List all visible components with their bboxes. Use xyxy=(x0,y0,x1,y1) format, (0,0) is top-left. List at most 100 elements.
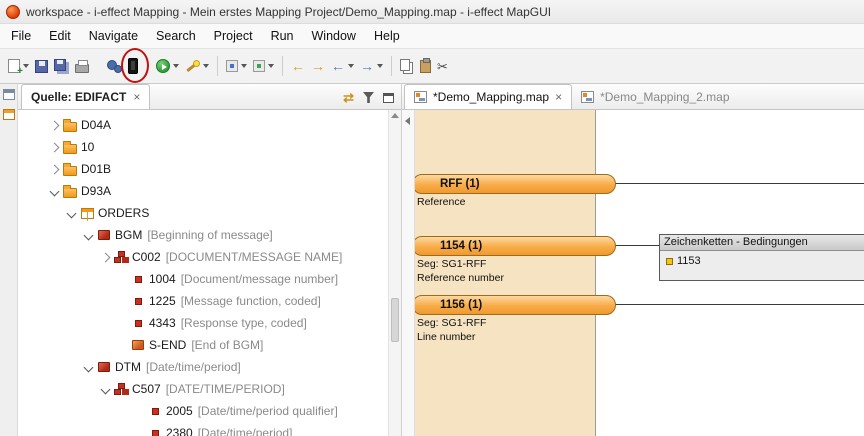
terminal-icon xyxy=(128,58,138,74)
tree-row-d04a[interactable]: D04A xyxy=(18,114,401,136)
print-button[interactable] xyxy=(72,53,92,79)
tab-quelle-edifact[interactable]: Quelle: EDIFACT × xyxy=(21,84,150,109)
forward-button[interactable]: → xyxy=(308,53,328,79)
tree-row-10[interactable]: 10 xyxy=(18,136,401,158)
scroll-up-icon[interactable] xyxy=(391,113,399,118)
tree-row-1004[interactable]: 1004 [Document/message number] xyxy=(18,268,401,290)
chevron-down-icon[interactable] xyxy=(100,384,110,394)
save-all-button[interactable] xyxy=(51,53,72,79)
connection-line[interactable] xyxy=(614,304,864,305)
scrollbar-thumb[interactable] xyxy=(391,298,399,342)
tree-row-2380[interactable]: 2380 [Date/time/period] xyxy=(18,422,401,436)
tree-item-label: C002 xyxy=(132,250,161,264)
chevron-right-icon[interactable] xyxy=(49,120,59,130)
node-pill[interactable]: 1154 (1) xyxy=(412,236,616,256)
close-icon[interactable]: × xyxy=(133,91,140,103)
marker-blue-icon xyxy=(226,60,238,72)
node-pill[interactable]: RFF (1) xyxy=(412,174,616,194)
mapping-node-1156[interactable]: 1156 (1) Seg: SG1-RFF Line number xyxy=(412,295,616,343)
dropdown-arrow-icon[interactable] xyxy=(203,64,209,68)
menu-project[interactable]: Project xyxy=(205,25,262,47)
dropdown-arrow-icon[interactable] xyxy=(268,64,274,68)
cut-button[interactable]: ✂ xyxy=(434,53,451,79)
dropdown-arrow-icon[interactable] xyxy=(348,64,354,68)
close-icon[interactable]: × xyxy=(555,91,562,103)
mapping-canvas[interactable]: RFF (1) Reference 1154 (1) Seg: SG1-RFF … xyxy=(402,110,864,436)
condition-box-title: Zeichenketten - Bedingungen xyxy=(660,235,864,251)
tree-row-dtm[interactable]: DTM [Date/time/period] xyxy=(18,356,401,378)
tree-row-1225[interactable]: 1225 [Message function, coded] xyxy=(18,290,401,312)
dropdown-arrow-icon[interactable] xyxy=(173,64,179,68)
maximize-icon[interactable] xyxy=(383,93,394,103)
source-view: Quelle: EDIFACT × ⇄ D04A xyxy=(18,84,402,436)
dropdown-arrow-icon[interactable] xyxy=(377,64,383,68)
dropdown-arrow-icon[interactable] xyxy=(241,64,247,68)
menu-navigate[interactable]: Navigate xyxy=(80,25,147,47)
tree-row-2005[interactable]: 2005 [Date/time/period qualifier] xyxy=(18,400,401,422)
palette-strip[interactable] xyxy=(402,110,415,436)
chevron-down-icon[interactable] xyxy=(83,362,93,372)
tree-row-c507[interactable]: C507 [DATE/TIME/PERIOD] xyxy=(18,378,401,400)
dropdown-arrow-icon[interactable] xyxy=(23,64,29,68)
tree-row-s-end[interactable]: S-END [End of BGM] xyxy=(18,334,401,356)
chevron-down-icon[interactable] xyxy=(49,186,59,196)
tree-row-d01b[interactable]: D01B xyxy=(18,158,401,180)
next-button[interactable]: → xyxy=(357,53,386,79)
tab-demo-mapping-2[interactable]: *Demo_Mapping_2.map xyxy=(572,84,738,109)
sync-icon[interactable]: ⇄ xyxy=(343,91,354,104)
tree-row-c002[interactable]: C002 [DOCUMENT/MESSAGE NAME] xyxy=(18,246,401,268)
element-icon xyxy=(135,320,142,327)
chevron-right-icon[interactable] xyxy=(49,142,59,152)
chevron-right-icon[interactable] xyxy=(49,164,59,174)
tree-item-label: ORDERS xyxy=(98,206,149,220)
menu-window[interactable]: Window xyxy=(303,25,365,47)
tree-row-bgm[interactable]: BGM [Beginning of message] xyxy=(18,224,401,246)
converter-button[interactable] xyxy=(104,53,125,79)
condition-box[interactable]: Zeichenketten - Bedingungen 1153 xyxy=(659,234,864,281)
tree-item-label: 4343 xyxy=(149,316,176,330)
element-icon xyxy=(152,408,159,415)
save-button[interactable] xyxy=(32,53,51,79)
menu-search[interactable]: Search xyxy=(147,25,205,47)
gears-icon xyxy=(107,59,122,74)
restore-view-icon[interactable] xyxy=(3,89,15,100)
chevron-down-icon[interactable] xyxy=(83,230,93,240)
paste-button[interactable] xyxy=(417,53,434,79)
run-button[interactable] xyxy=(153,53,182,79)
condition-box-item[interactable]: 1153 xyxy=(660,251,864,271)
node-pill[interactable]: 1156 (1) xyxy=(412,295,616,315)
tree-row-4343[interactable]: 4343 [Response type, coded] xyxy=(18,312,401,334)
filter-icon[interactable] xyxy=(363,92,374,103)
mapping-node-1154[interactable]: 1154 (1) Seg: SG1-RFF Reference number xyxy=(412,236,616,284)
menu-run[interactable]: Run xyxy=(262,25,303,47)
tree-row-d93a[interactable]: D93A xyxy=(18,180,401,202)
cut-icon: ✂ xyxy=(437,59,448,74)
copy-icon xyxy=(400,59,410,71)
tab-demo-mapping[interactable]: *Demo_Mapping.map × xyxy=(404,84,572,109)
menu-file[interactable]: File xyxy=(2,25,40,47)
connection-line[interactable] xyxy=(614,183,864,184)
save-all-icon xyxy=(54,59,66,71)
menu-edit[interactable]: Edit xyxy=(40,25,80,47)
new-wizard-button[interactable] xyxy=(5,53,32,79)
back-button[interactable]: ← xyxy=(288,53,308,79)
menu-help[interactable]: Help xyxy=(365,25,409,47)
mapping-node-rff[interactable]: RFF (1) Reference xyxy=(412,174,616,208)
minimized-view-icon[interactable] xyxy=(3,109,15,120)
node-sub-label: Seg: SG1-RFF xyxy=(417,317,616,329)
terminal-button[interactable] xyxy=(125,53,141,79)
previous-button[interactable]: ← xyxy=(328,53,357,79)
wand-button[interactable] xyxy=(182,53,212,79)
tree-row-orders[interactable]: ORDERS xyxy=(18,202,401,224)
connection-line[interactable] xyxy=(614,245,660,246)
marker-2-button[interactable] xyxy=(250,53,277,79)
marker-1-button[interactable] xyxy=(223,53,250,79)
string-element-icon xyxy=(666,258,673,265)
copy-button[interactable] xyxy=(397,53,417,79)
toolbar-separator xyxy=(391,56,392,76)
chevron-down-icon[interactable] xyxy=(66,208,76,218)
menubar: File Edit Navigate Search Project Run Wi… xyxy=(0,24,864,49)
folder-icon xyxy=(63,166,77,176)
vertical-scrollbar[interactable] xyxy=(388,110,401,436)
chevron-right-icon[interactable] xyxy=(100,252,110,262)
